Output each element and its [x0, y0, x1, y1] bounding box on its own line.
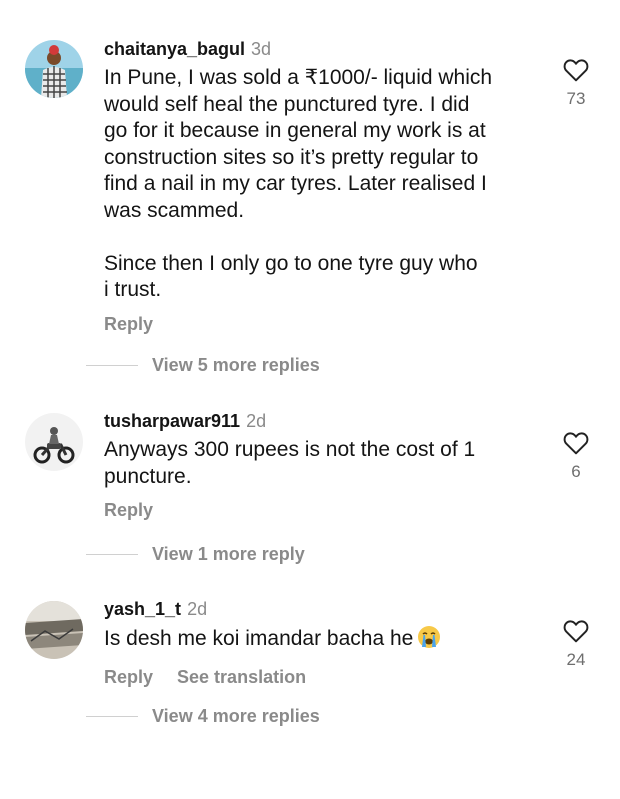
view-replies-label: View 4 more replies — [152, 706, 320, 726]
comment-actions: Reply — [104, 314, 544, 335]
comment-body: tusharpawar911 2d Anyways 300 rupees is n… — [104, 410, 544, 521]
comment-actions: Reply See translation — [104, 667, 544, 688]
like-count: 6 — [571, 462, 581, 481]
loudly-crying-face-icon — [417, 625, 441, 657]
divider — [86, 716, 138, 717]
comment-text: In Pune, I was sold a ₹1000/- liquid whi… — [104, 66, 493, 301]
reply-button[interactable]: Reply — [104, 314, 153, 334]
comment-meta: yash_1_t 2d — [104, 598, 544, 620]
comment-meta: chaitanya_bagul 3d — [104, 38, 544, 60]
comment-body: chaitanya_bagul 3d In Pune, I was sold a … — [104, 38, 544, 335]
comment-text-content: Is desh me koi imandar bacha he — [104, 627, 414, 650]
divider — [86, 554, 138, 555]
reply-button[interactable]: Reply — [104, 667, 153, 687]
reply-button[interactable]: Reply — [104, 500, 153, 520]
comment-actions: Reply — [104, 500, 544, 521]
timestamp: 2d — [187, 599, 208, 619]
person-outdoors-avatar-icon — [25, 40, 83, 98]
heart-icon[interactable] — [563, 619, 589, 643]
like-count: 73 — [566, 89, 586, 108]
view-replies-label: View 5 more replies — [152, 355, 320, 375]
like-count: 24 — [566, 650, 586, 669]
avatar[interactable] — [25, 413, 83, 471]
landscape-avatar-icon — [25, 601, 83, 659]
timestamp: 3d — [251, 39, 272, 59]
timestamp: 2d — [246, 411, 267, 431]
comment-text: Is desh me koi imandar bacha he — [104, 625, 544, 657]
username[interactable]: tusharpawar911 — [104, 411, 240, 431]
view-replies-button[interactable]: View 5 more replies — [86, 355, 320, 377]
view-replies-label: View 1 more reply — [152, 544, 305, 564]
divider — [86, 365, 138, 366]
like-control: 24 — [556, 619, 596, 670]
comment-text: Anyways 300 rupees is not the cost of 1 … — [104, 438, 476, 488]
like-control: 73 — [556, 58, 596, 109]
username[interactable]: chaitanya_bagul — [104, 39, 245, 59]
avatar[interactable] — [25, 601, 83, 659]
motorcycle-rider-avatar-icon — [25, 413, 83, 471]
username[interactable]: yash_1_t — [104, 599, 181, 619]
heart-icon[interactable] — [563, 431, 589, 455]
view-replies-button[interactable]: View 1 more reply — [86, 544, 305, 566]
view-replies-button[interactable]: View 4 more replies — [86, 706, 320, 728]
like-control: 6 — [556, 431, 596, 482]
comment-meta: tusharpawar911 2d — [104, 410, 544, 432]
comment-body: yash_1_t 2d Is desh me koi imandar bacha … — [104, 598, 544, 688]
avatar[interactable] — [25, 40, 83, 98]
see-translation-button[interactable]: See translation — [177, 667, 306, 687]
heart-icon[interactable] — [563, 58, 589, 82]
